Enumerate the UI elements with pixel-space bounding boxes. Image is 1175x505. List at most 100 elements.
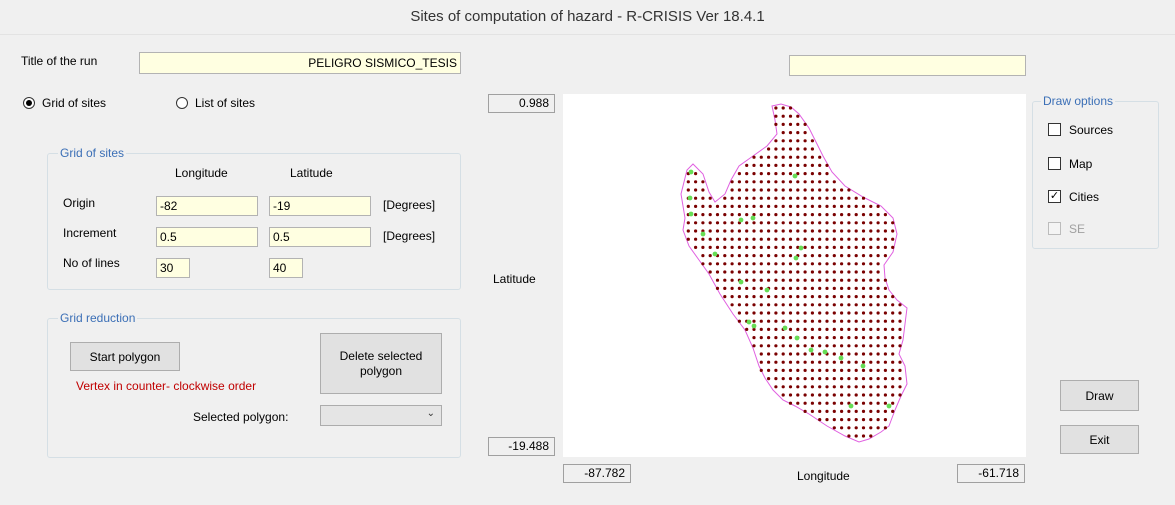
- cities-checkbox-label[interactable]: Cities: [1069, 190, 1099, 204]
- grid-site-marker: [854, 237, 858, 241]
- grid-site-marker: [854, 295, 858, 299]
- map-checkbox-label[interactable]: Map: [1069, 157, 1092, 171]
- grid-site-marker: [861, 254, 866, 258]
- grid-site-marker: [730, 278, 734, 282]
- city-marker: [793, 255, 799, 261]
- grid-site-marker: [861, 262, 866, 266]
- origin-latitude-input[interactable]: -19: [269, 196, 371, 216]
- city-marker: [688, 169, 694, 175]
- grid-site-marker: [774, 311, 778, 315]
- grid-site-marker: [847, 262, 851, 266]
- selected-polygon-dropdown[interactable]: ⌄: [320, 405, 442, 426]
- draw-button[interactable]: Draw: [1060, 380, 1139, 411]
- grid-site-marker: [883, 319, 887, 323]
- grid-site-marker: [759, 319, 763, 323]
- increment-unit-label: [Degrees]: [383, 229, 436, 243]
- grid-site-marker: [796, 204, 800, 208]
- grid-site-marker: [861, 368, 866, 372]
- sources-checkbox-label[interactable]: Sources: [1069, 123, 1113, 137]
- grid-site-marker: [781, 106, 785, 110]
- grid-site-marker: [898, 319, 902, 323]
- grid-site-marker: [745, 286, 749, 290]
- grid-site-marker: [847, 336, 851, 340]
- grid-site-marker: [781, 139, 785, 143]
- grid-site-marker: [883, 286, 887, 290]
- sites-map-plot[interactable]: [563, 94, 1026, 457]
- grid-site-marker: [869, 270, 873, 274]
- grid-site-marker: [869, 213, 873, 217]
- grid-site-marker: [767, 204, 771, 208]
- grid-site-marker: [840, 344, 844, 348]
- grid-site-marker: [781, 278, 785, 282]
- grid-site-marker: [701, 245, 705, 249]
- grid-site-marker: [803, 213, 807, 217]
- grid-site-marker: [737, 286, 741, 290]
- grid-site-marker: [767, 352, 771, 356]
- start-polygon-button[interactable]: Start polygon: [70, 342, 180, 371]
- chevron-down-icon: ⌄: [426, 408, 435, 419]
- grid-site-marker: [796, 188, 800, 192]
- grid-site-marker: [701, 221, 705, 225]
- list-of-sites-radio[interactable]: [176, 97, 188, 109]
- grid-site-marker: [781, 114, 785, 118]
- grid-site-marker: [781, 311, 785, 315]
- selected-polygon-label: Selected polygon:: [193, 410, 289, 424]
- grid-site-marker: [825, 295, 829, 299]
- grid-site-marker: [788, 229, 793, 233]
- grid-site-marker: [898, 360, 902, 364]
- grid-site-marker: [825, 409, 829, 413]
- grid-site-marker: [891, 319, 895, 323]
- grid-site-marker: [788, 278, 793, 282]
- grid-site-marker: [774, 106, 778, 110]
- grid-site-marker: [788, 237, 793, 241]
- grid-site-marker: [694, 172, 698, 176]
- grid-site-marker: [847, 377, 851, 381]
- grid-of-sites-radio[interactable]: [23, 97, 35, 109]
- grid-site-marker: [759, 188, 763, 192]
- increment-longitude-input[interactable]: 0.5: [156, 227, 258, 247]
- lines-latitude-input[interactable]: 40: [269, 258, 303, 278]
- grid-site-marker: [891, 295, 895, 299]
- grid-of-sites-radio-label[interactable]: Grid of sites: [42, 96, 106, 110]
- grid-site-marker: [861, 385, 866, 389]
- grid-site-marker: [788, 163, 793, 167]
- city-marker: [738, 279, 744, 285]
- grid-site-marker: [869, 254, 873, 258]
- latitude-max-readout: 0.988: [488, 94, 555, 113]
- grid-site-marker: [840, 204, 844, 208]
- city-marker: [700, 231, 706, 237]
- grid-site-marker: [818, 393, 822, 397]
- grid-site-marker: [803, 319, 807, 323]
- grid-site-marker: [840, 319, 844, 323]
- list-of-sites-radio-label[interactable]: List of sites: [195, 96, 255, 110]
- grid-site-marker: [694, 180, 698, 184]
- grid-site-marker: [745, 213, 749, 217]
- grid-site-marker: [847, 270, 851, 274]
- grid-site-marker: [818, 221, 822, 225]
- grid-site-marker: [883, 311, 887, 315]
- lines-longitude-input[interactable]: 30: [156, 258, 190, 278]
- grid-site-marker: [840, 237, 844, 241]
- grid-site-marker: [810, 401, 814, 405]
- increment-latitude-input[interactable]: 0.5: [269, 227, 371, 247]
- run-extra-field[interactable]: [789, 55, 1026, 76]
- origin-longitude-input[interactable]: -82: [156, 196, 258, 216]
- sources-checkbox[interactable]: [1048, 123, 1061, 136]
- title-of-run-input[interactable]: PELIGRO SISMICO_TESIS: [139, 52, 461, 74]
- grid-site-marker: [723, 254, 727, 258]
- grid-site-marker: [840, 262, 844, 266]
- exit-button[interactable]: Exit: [1060, 425, 1139, 454]
- grid-site-marker: [796, 360, 800, 364]
- grid-site-marker: [708, 270, 712, 274]
- grid-site-marker: [854, 360, 858, 364]
- map-checkbox[interactable]: [1048, 157, 1061, 170]
- grid-site-marker: [708, 245, 712, 249]
- delete-selected-polygon-button[interactable]: Delete selected polygon: [320, 333, 442, 394]
- grid-site-marker: [854, 229, 858, 233]
- cities-checkbox[interactable]: ✓: [1048, 190, 1061, 203]
- grid-site-marker: [737, 237, 741, 241]
- grid-site-marker: [767, 278, 771, 282]
- grid-site-marker: [876, 221, 880, 225]
- grid-site-marker: [898, 303, 902, 307]
- grid-site-marker: [803, 409, 807, 413]
